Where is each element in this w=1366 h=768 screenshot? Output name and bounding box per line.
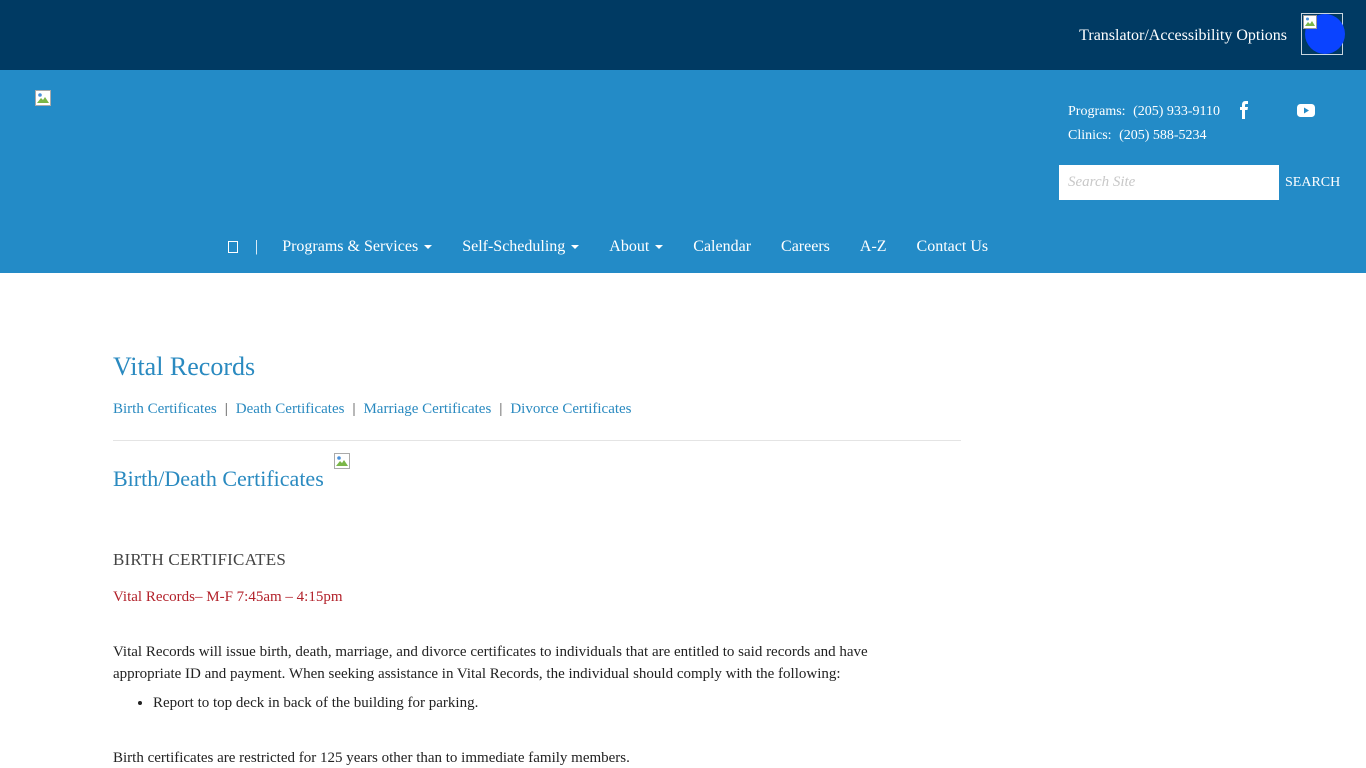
link-divorce-certificates[interactable]: Divorce Certificates (510, 401, 631, 417)
link-separator: | (499, 401, 503, 417)
clinics-phone-row: Clinics: (205) 588-5234 (1068, 124, 1220, 148)
nav-item-self-scheduling[interactable]: Self-Scheduling (462, 238, 580, 256)
nav-item-contact-us[interactable]: Contact Us (917, 238, 989, 256)
divider (113, 440, 961, 441)
contact-info: Programs: (205) 933-9110 Clinics: (205) … (1068, 100, 1220, 148)
programs-phone[interactable]: (205) 933-9110 (1133, 104, 1220, 119)
page-title: Vital Records (113, 352, 256, 381)
section-title-text: Birth/Death Certificates (113, 466, 324, 491)
section-title: Birth/Death Certificates (113, 453, 961, 493)
search-input[interactable] (1059, 165, 1279, 200)
nav-label: Programs & Services (282, 238, 419, 255)
search-button[interactable]: SEARCH (1279, 165, 1349, 200)
nav-item-programs-services[interactable]: Programs & Services (282, 238, 433, 256)
caret-down-icon (571, 245, 580, 250)
nav-label: About (609, 238, 650, 255)
vital-records-sub-nav: Birth Certificates | Death Certificates | Ma… (113, 398, 961, 420)
broken-image-icon (1303, 15, 1317, 29)
facebook-icon[interactable] (1237, 101, 1251, 119)
link-death-certificates[interactable]: Death Certificates (236, 401, 345, 417)
programs-phone-row: Programs: (205) 933-9110 (1068, 100, 1220, 124)
intro-paragraph: Vital Records will issue birth, death, m… (113, 644, 868, 682)
link-marriage-certificates[interactable]: Marriage Certificates (363, 401, 491, 417)
site-header: Programs: (205) 933-9110 Clinics: (205) … (0, 70, 1366, 273)
youtube-icon[interactable] (1297, 104, 1315, 117)
nav-item-a-z[interactable]: A-Z (860, 238, 887, 256)
programs-label: Programs: (1068, 104, 1126, 119)
nav-item-about[interactable]: About (609, 238, 664, 256)
broken-image-icon (334, 453, 350, 469)
top-bar: Translator/Accessibility Options (0, 0, 1366, 70)
list-item: Report to top deck in back of the buildi… (153, 692, 478, 714)
nav-separator: | (255, 238, 259, 255)
link-separator: | (352, 401, 356, 417)
caret-down-icon (655, 245, 664, 250)
nav-item-careers[interactable]: Careers (781, 238, 830, 256)
caret-down-icon (424, 245, 433, 250)
link-birth-certificates[interactable]: Birth Certificates (113, 401, 217, 417)
link-separator: | (224, 401, 228, 417)
birth-certificates-heading: BIRTH CERTIFICATES (113, 550, 286, 569)
main-content: Vital Records Birth Certificates | Death C… (113, 350, 961, 766)
site-logo[interactable] (35, 90, 51, 106)
nav-label: Self-Scheduling (462, 238, 566, 255)
nav-item-calendar[interactable]: Calendar (693, 238, 751, 256)
main-nav: | Programs & Services Self-Scheduling Ab… (228, 236, 1018, 258)
clinics-phone[interactable]: (205) 588-5234 (1119, 128, 1207, 143)
accessibility-button[interactable] (1301, 13, 1345, 55)
home-icon[interactable] (228, 241, 238, 253)
clinics-label: Clinics: (1068, 128, 1112, 143)
restriction-note: Birth certificates are restricted for 12… (113, 750, 630, 766)
translator-accessibility-link[interactable]: Translator/Accessibility Options (1079, 26, 1287, 46)
instructions-list: Report to top deck in back of the buildi… (113, 692, 478, 714)
office-hours: Vital Records– M-F 7:45am – 4:15pm (113, 589, 343, 605)
